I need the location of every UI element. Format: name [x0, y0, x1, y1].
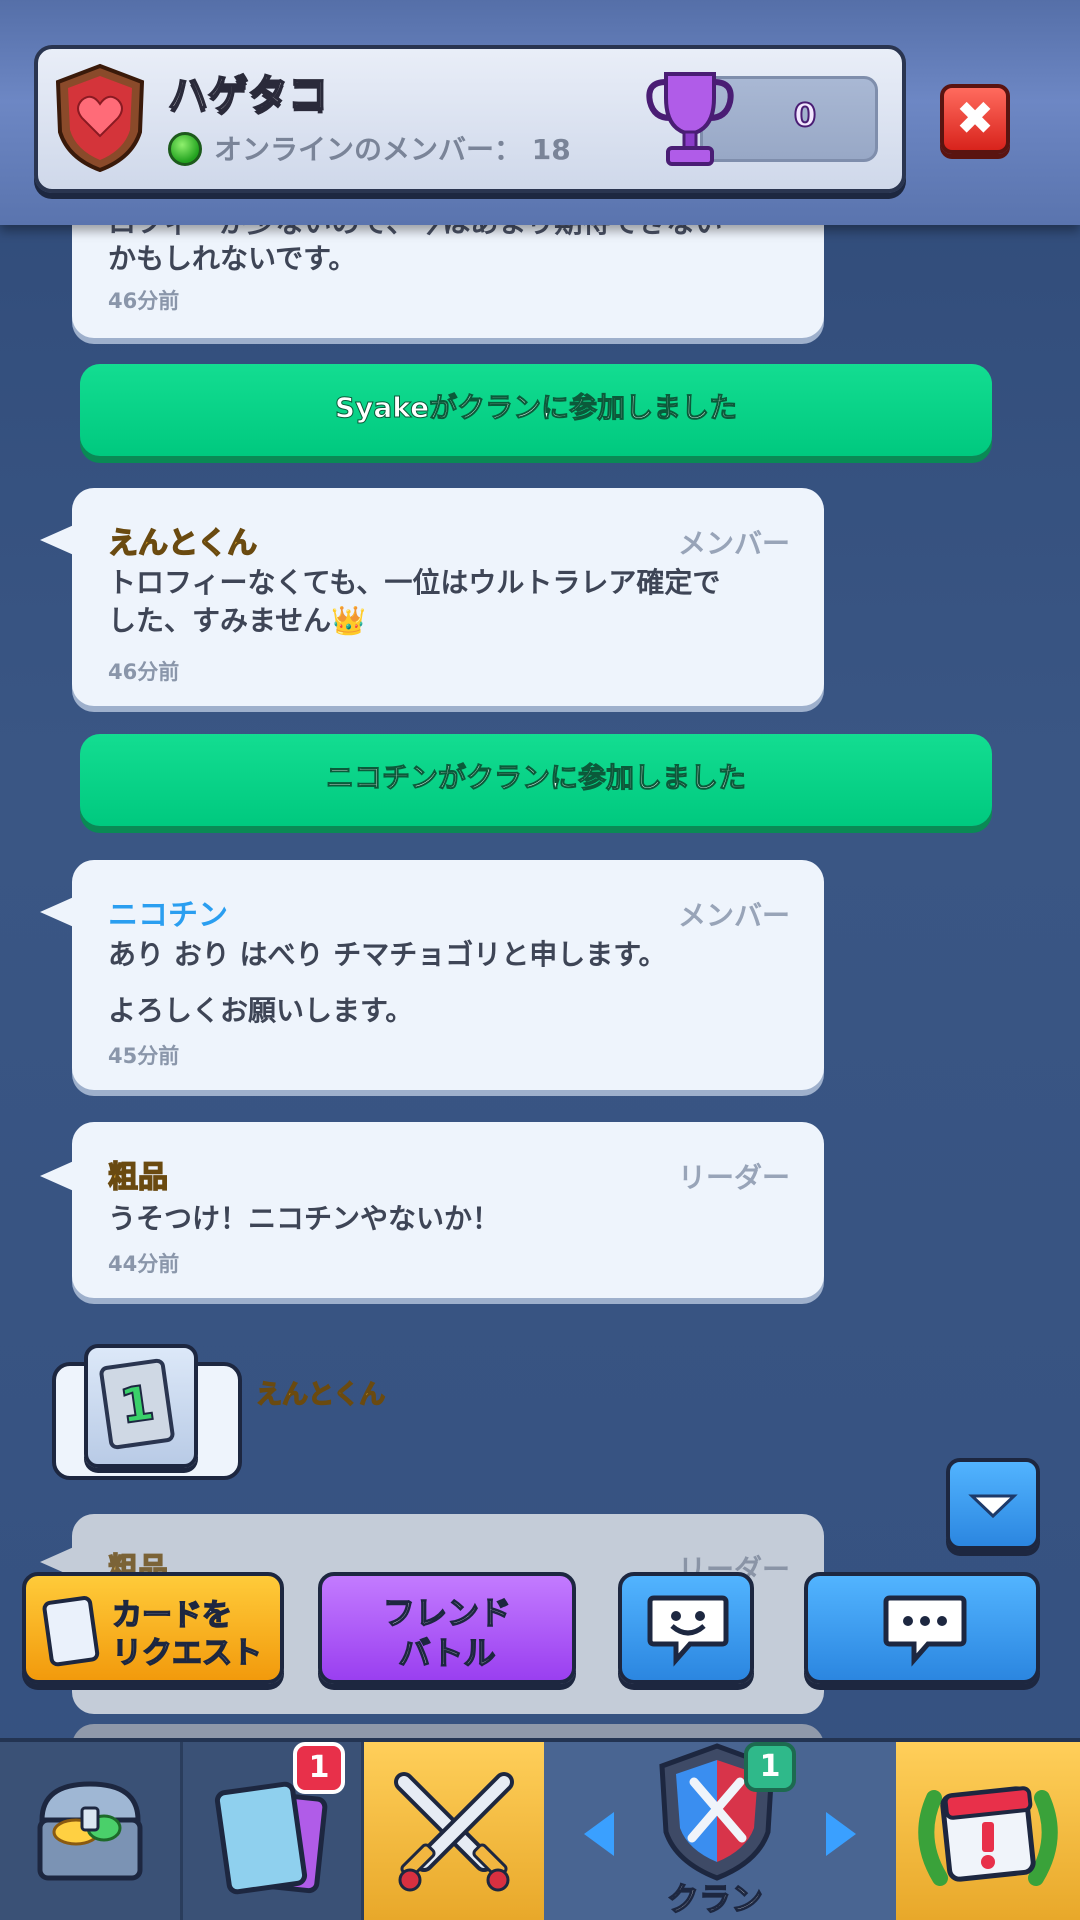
message-sender[interactable]: ニコチン	[108, 890, 228, 934]
message-time: 45分前	[108, 1044, 180, 1068]
message-sender[interactable]: 粗品	[107, 1152, 169, 1196]
trophy-count: 0	[793, 95, 817, 135]
bubble-tail	[40, 896, 76, 928]
request-cards-button[interactable]: カードを リクエスト	[22, 1572, 284, 1684]
nav-cards[interactable]: 1	[183, 1742, 361, 1920]
message-text: かもしれないです。	[108, 242, 357, 275]
nav-right-arrow-icon	[826, 1812, 856, 1856]
chevron-down-icon	[968, 1494, 1018, 1519]
message-sender[interactable]: えんとくん	[107, 518, 258, 562]
nav-clan-label: クラン	[666, 1879, 764, 1919]
chat-input-button[interactable]	[804, 1572, 1040, 1684]
message-time: 46分前	[108, 289, 180, 313]
event-calendar-icon	[918, 1786, 1058, 1886]
message-role: リーダー	[677, 1161, 790, 1194]
message-text: よろしくお願いします。	[108, 994, 414, 1027]
message-text: した、すみません👑	[108, 604, 367, 637]
scroll-to-bottom-button[interactable]	[946, 1458, 1040, 1550]
system-join-notice: Syakeがクランに参加しました	[80, 364, 992, 456]
bubble-tail	[40, 524, 76, 556]
message-time: 44分前	[108, 1252, 180, 1276]
online-members-label: オンラインのメンバー： 18	[214, 133, 571, 166]
card-icon	[42, 1596, 100, 1667]
nav-left-arrow-icon	[584, 1812, 614, 1856]
message-text: トロフィーなくても、一位はウルトラレア確定で	[108, 566, 721, 599]
bubble-tail	[40, 1160, 76, 1192]
online-status-icon	[168, 132, 202, 166]
message-time: 46分前	[108, 660, 180, 684]
close-x-icon: ✖	[955, 91, 995, 145]
friend-battle-button[interactable]: フレンド バトル	[318, 1572, 576, 1684]
close-button[interactable]: ✖	[940, 84, 1010, 154]
friend-battle-label: バトル	[398, 1633, 496, 1673]
nav-battle[interactable]	[364, 1742, 544, 1920]
nav-events[interactable]	[896, 1742, 1080, 1920]
message-role: メンバー	[677, 527, 790, 560]
message-text: うそつけ！ニコチンやないか！	[108, 1202, 501, 1235]
card-request-sender[interactable]: えんとくん	[255, 1374, 386, 1411]
heart-shield-icon	[55, 63, 145, 172]
purple-trophy-icon	[646, 72, 734, 166]
nav-clan[interactable]: 1 クラン	[544, 1742, 896, 1920]
system-join-notice: ニコチンがクランに参加しました	[80, 734, 992, 826]
treasure-chest-icon	[37, 1781, 143, 1881]
smiley-speech-icon	[647, 1595, 729, 1667]
cards-notification-badge: 1	[293, 1742, 345, 1794]
speech-bubble-icon	[883, 1595, 967, 1667]
message-role: メンバー	[677, 899, 790, 932]
crossed-swords-icon	[394, 1772, 514, 1892]
clan-notification-badge: 1	[744, 1742, 796, 1792]
nav-shop[interactable]	[0, 1742, 180, 1920]
request-cards-label: リクエスト	[111, 1635, 263, 1672]
emote-button[interactable]	[618, 1572, 754, 1684]
message-text: あり おり はべり チマチョゴリと申します。	[108, 938, 667, 971]
card-request-count: 1	[98, 1357, 176, 1451]
clan-name: ハゲタコ	[167, 71, 329, 119]
